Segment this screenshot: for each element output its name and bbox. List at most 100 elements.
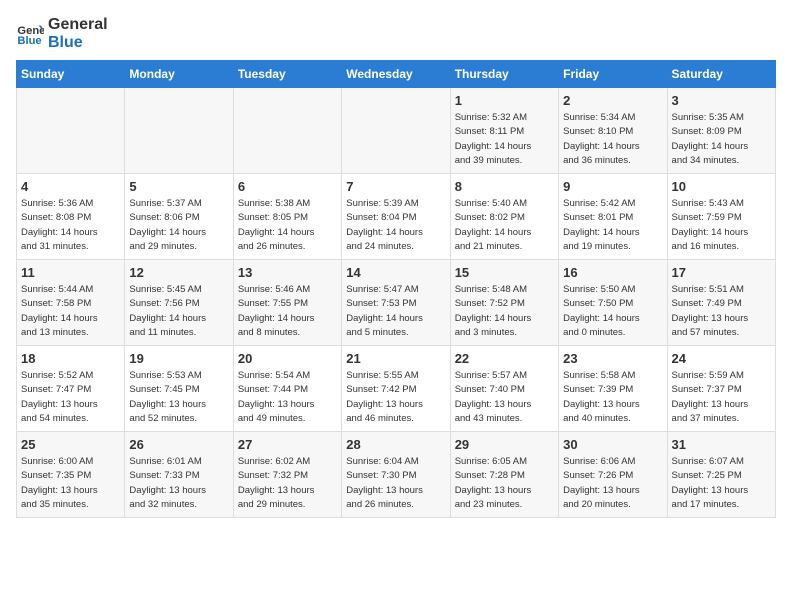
header-saturday: Saturday (667, 61, 775, 88)
day-number: 6 (238, 179, 337, 194)
day-info: Sunrise: 6:04 AM Sunset: 7:30 PM Dayligh… (346, 455, 445, 512)
day-info: Sunrise: 5:37 AM Sunset: 8:06 PM Dayligh… (129, 197, 228, 254)
day-cell: 4 Sunrise: 5:36 AM Sunset: 8:08 PM Daylig… (17, 174, 125, 260)
header-tuesday: Tuesday (233, 61, 341, 88)
logo-icon: General Blue (16, 20, 44, 48)
day-info: Sunrise: 5:59 AM Sunset: 7:37 PM Dayligh… (672, 369, 771, 426)
day-cell (342, 88, 450, 174)
day-info: Sunrise: 5:36 AM Sunset: 8:08 PM Dayligh… (21, 197, 120, 254)
day-number: 2 (563, 93, 662, 108)
week-row-5: 25 Sunrise: 6:00 AM Sunset: 7:35 PM Dayli… (17, 432, 776, 518)
day-number: 5 (129, 179, 228, 194)
logo-text-general: General (48, 16, 108, 34)
day-cell: 21Sunrise: 5:55 AM Sunset: 7:42 PM Dayli… (342, 346, 450, 432)
day-cell: 19 Sunrise: 5:53 AM Sunset: 7:45 PM Dayli… (125, 346, 233, 432)
day-number: 23 (563, 351, 662, 366)
calendar-header-row: SundayMondayTuesdayWednesdayThursdayFrid… (17, 61, 776, 88)
day-info: Sunrise: 5:44 AM Sunset: 7:58 PM Dayligh… (21, 283, 120, 340)
day-number: 19 (129, 351, 228, 366)
week-row-2: 4 Sunrise: 5:36 AM Sunset: 8:08 PM Daylig… (17, 174, 776, 260)
day-number: 3 (672, 93, 771, 108)
day-cell: 1 Sunrise: 5:32 AM Sunset: 8:11 PM Daylig… (450, 88, 558, 174)
day-info: Sunrise: 5:40 AM Sunset: 8:02 PM Dayligh… (455, 197, 554, 254)
day-info: Sunrise: 5:32 AM Sunset: 8:11 PM Dayligh… (455, 111, 554, 168)
day-cell: 30 Sunrise: 6:06 AM Sunset: 7:26 PM Dayli… (559, 432, 667, 518)
day-cell: 5 Sunrise: 5:37 AM Sunset: 8:06 PM Daylig… (125, 174, 233, 260)
day-number: 10 (672, 179, 771, 194)
day-info: Sunrise: 5:48 AM Sunset: 7:52 PM Dayligh… (455, 283, 554, 340)
day-info: Sunrise: 5:50 AM Sunset: 7:50 PM Dayligh… (563, 283, 662, 340)
day-number: 1 (455, 93, 554, 108)
day-number: 15 (455, 265, 554, 280)
day-number: 21 (346, 351, 445, 366)
day-info: Sunrise: 5:34 AM Sunset: 8:10 PM Dayligh… (563, 111, 662, 168)
day-info: Sunrise: 6:05 AM Sunset: 7:28 PM Dayligh… (455, 455, 554, 512)
header-sunday: Sunday (17, 61, 125, 88)
day-number: 24 (672, 351, 771, 366)
day-info: Sunrise: 6:06 AM Sunset: 7:26 PM Dayligh… (563, 455, 662, 512)
day-cell: 9 Sunrise: 5:42 AM Sunset: 8:01 PM Daylig… (559, 174, 667, 260)
day-cell: 17 Sunrise: 5:51 AM Sunset: 7:49 PM Dayli… (667, 260, 775, 346)
day-info: Sunrise: 6:00 AM Sunset: 7:35 PM Dayligh… (21, 455, 120, 512)
header-thursday: Thursday (450, 61, 558, 88)
day-cell: 23Sunrise: 5:58 AM Sunset: 7:39 PM Dayli… (559, 346, 667, 432)
day-cell: 6 Sunrise: 5:38 AM Sunset: 8:05 PM Daylig… (233, 174, 341, 260)
day-cell: 11Sunrise: 5:44 AM Sunset: 7:58 PM Dayli… (17, 260, 125, 346)
day-info: Sunrise: 5:51 AM Sunset: 7:49 PM Dayligh… (672, 283, 771, 340)
day-cell: 2 Sunrise: 5:34 AM Sunset: 8:10 PM Daylig… (559, 88, 667, 174)
day-number: 9 (563, 179, 662, 194)
day-number: 13 (238, 265, 337, 280)
day-info: Sunrise: 5:42 AM Sunset: 8:01 PM Dayligh… (563, 197, 662, 254)
day-number: 4 (21, 179, 120, 194)
logo-text-blue: Blue (48, 34, 108, 52)
day-number: 27 (238, 437, 337, 452)
day-info: Sunrise: 6:01 AM Sunset: 7:33 PM Dayligh… (129, 455, 228, 512)
day-cell (125, 88, 233, 174)
day-cell: 15 Sunrise: 5:48 AM Sunset: 7:52 PM Dayli… (450, 260, 558, 346)
day-cell: 3 Sunrise: 5:35 AM Sunset: 8:09 PM Daylig… (667, 88, 775, 174)
day-cell: 22Sunrise: 5:57 AM Sunset: 7:40 PM Dayli… (450, 346, 558, 432)
day-cell: 20 Sunrise: 5:54 AM Sunset: 7:44 PM Dayli… (233, 346, 341, 432)
day-info: Sunrise: 5:52 AM Sunset: 7:47 PM Dayligh… (21, 369, 120, 426)
day-number: 17 (672, 265, 771, 280)
day-cell: 14Sunrise: 5:47 AM Sunset: 7:53 PM Dayli… (342, 260, 450, 346)
day-info: Sunrise: 5:53 AM Sunset: 7:45 PM Dayligh… (129, 369, 228, 426)
day-info: Sunrise: 5:35 AM Sunset: 8:09 PM Dayligh… (672, 111, 771, 168)
day-number: 12 (129, 265, 228, 280)
day-cell: 10 Sunrise: 5:43 AM Sunset: 7:59 PM Dayli… (667, 174, 775, 260)
svg-text:Blue: Blue (17, 35, 41, 47)
day-number: 8 (455, 179, 554, 194)
calendar-table: SundayMondayTuesdayWednesdayThursdayFrid… (16, 60, 776, 518)
day-info: Sunrise: 5:54 AM Sunset: 7:44 PM Dayligh… (238, 369, 337, 426)
day-info: Sunrise: 5:57 AM Sunset: 7:40 PM Dayligh… (455, 369, 554, 426)
day-info: Sunrise: 5:47 AM Sunset: 7:53 PM Dayligh… (346, 283, 445, 340)
day-number: 30 (563, 437, 662, 452)
day-info: Sunrise: 5:45 AM Sunset: 7:56 PM Dayligh… (129, 283, 228, 340)
day-number: 26 (129, 437, 228, 452)
day-info: Sunrise: 6:07 AM Sunset: 7:25 PM Dayligh… (672, 455, 771, 512)
week-row-4: 18Sunrise: 5:52 AM Sunset: 7:47 PM Dayli… (17, 346, 776, 432)
day-info: Sunrise: 5:39 AM Sunset: 8:04 PM Dayligh… (346, 197, 445, 254)
day-cell: 25 Sunrise: 6:00 AM Sunset: 7:35 PM Dayli… (17, 432, 125, 518)
day-cell: 13 Sunrise: 5:46 AM Sunset: 7:55 PM Dayli… (233, 260, 341, 346)
day-cell: 24 Sunrise: 5:59 AM Sunset: 7:37 PM Dayli… (667, 346, 775, 432)
day-info: Sunrise: 5:38 AM Sunset: 8:05 PM Dayligh… (238, 197, 337, 254)
header-friday: Friday (559, 61, 667, 88)
day-cell: 16 Sunrise: 5:50 AM Sunset: 7:50 PM Dayli… (559, 260, 667, 346)
day-number: 29 (455, 437, 554, 452)
day-cell: 26 Sunrise: 6:01 AM Sunset: 7:33 PM Dayli… (125, 432, 233, 518)
day-number: 31 (672, 437, 771, 452)
page-header: General Blue General Blue (16, 16, 776, 52)
day-cell (233, 88, 341, 174)
day-info: Sunrise: 5:46 AM Sunset: 7:55 PM Dayligh… (238, 283, 337, 340)
day-number: 7 (346, 179, 445, 194)
day-number: 16 (563, 265, 662, 280)
day-info: Sunrise: 5:43 AM Sunset: 7:59 PM Dayligh… (672, 197, 771, 254)
day-number: 20 (238, 351, 337, 366)
day-cell (17, 88, 125, 174)
day-number: 25 (21, 437, 120, 452)
day-cell: 18Sunrise: 5:52 AM Sunset: 7:47 PM Dayli… (17, 346, 125, 432)
logo: General Blue General Blue (16, 16, 108, 52)
day-number: 28 (346, 437, 445, 452)
day-cell: 29 Sunrise: 6:05 AM Sunset: 7:28 PM Dayli… (450, 432, 558, 518)
